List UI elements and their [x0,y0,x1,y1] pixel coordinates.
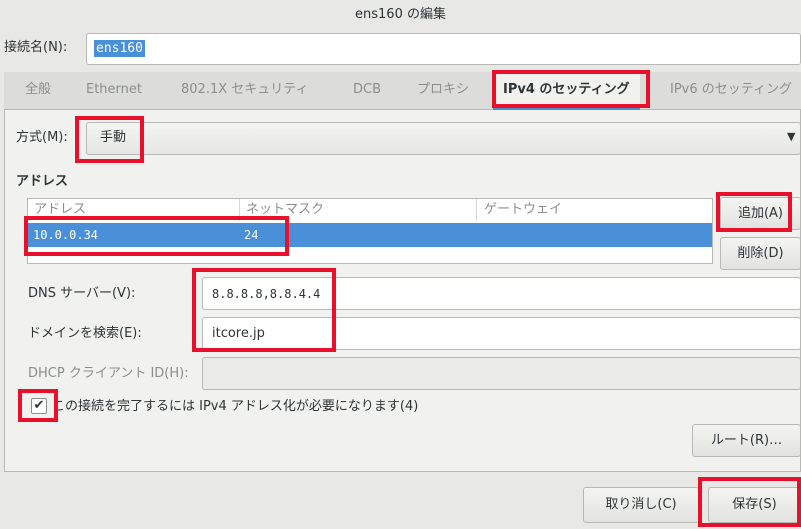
addresses-section-title: アドレス [16,174,69,189]
column-header-netmask[interactable]: ネットマスク [246,199,324,221]
require-ipv4-label[interactable]: この接続を完了するには IPv4 アドレス化が必要になります(4) [52,397,418,417]
dhcp-client-id-label: DHCP クライアント ID(H): [28,366,189,381]
tab-8021x-security[interactable]: 802.1X セキュリティ [181,72,308,110]
cancel-button[interactable]: 取り消し(C) [583,487,699,523]
method-value: 手動 [100,130,127,145]
column-header-address[interactable]: アドレス [34,199,86,221]
column-divider [239,199,240,221]
tab-ipv6-settings[interactable]: IPv6 のセッティング [670,72,801,110]
tab-ipv4-settings[interactable]: IPv4 のセッティング [493,72,640,110]
tab-ethernet[interactable]: Ethernet [86,72,142,110]
tab-dcb[interactable]: DCB [353,72,381,110]
search-domains-label: ドメインを検索(E): [28,326,142,341]
connection-name-value: ens160 [94,40,145,57]
table-row[interactable] [28,223,712,247]
routes-button[interactable]: ルート(R)… [692,424,801,457]
dns-servers-label: DNS サーバー(V): [28,286,136,301]
column-divider [476,199,477,221]
delete-address-button[interactable]: 削除(D) [720,237,801,270]
column-header-gateway[interactable]: ゲートウェイ [484,199,562,221]
tab-proxy[interactable]: プロキシ [417,72,469,110]
search-domains-input[interactable] [202,317,801,350]
dns-servers-value: 8.8.8.8,8.8.4.4 [212,287,321,301]
tab-general[interactable]: 全般 [25,72,51,110]
connection-name-label: 接続名(N): [4,40,68,55]
connection-name-input[interactable]: ens160 [86,33,801,65]
dropdown-arrow-icon: ▼ [787,130,796,143]
dhcp-client-id-input[interactable] [202,357,801,390]
save-button[interactable]: 保存(S) [708,487,801,523]
window-title: ens160 の編集 [355,7,446,22]
address-cell[interactable]: 10.0.0.34 [33,223,98,247]
netmask-cell[interactable]: 24 [244,223,258,247]
method-label: 方式(M): [16,130,68,145]
add-address-button[interactable]: 追加(A) [720,197,801,230]
search-domains-value: itcore.jp [212,326,265,341]
method-combobox[interactable] [86,122,801,155]
require-ipv4-checkbox[interactable]: ✔ [31,398,47,414]
